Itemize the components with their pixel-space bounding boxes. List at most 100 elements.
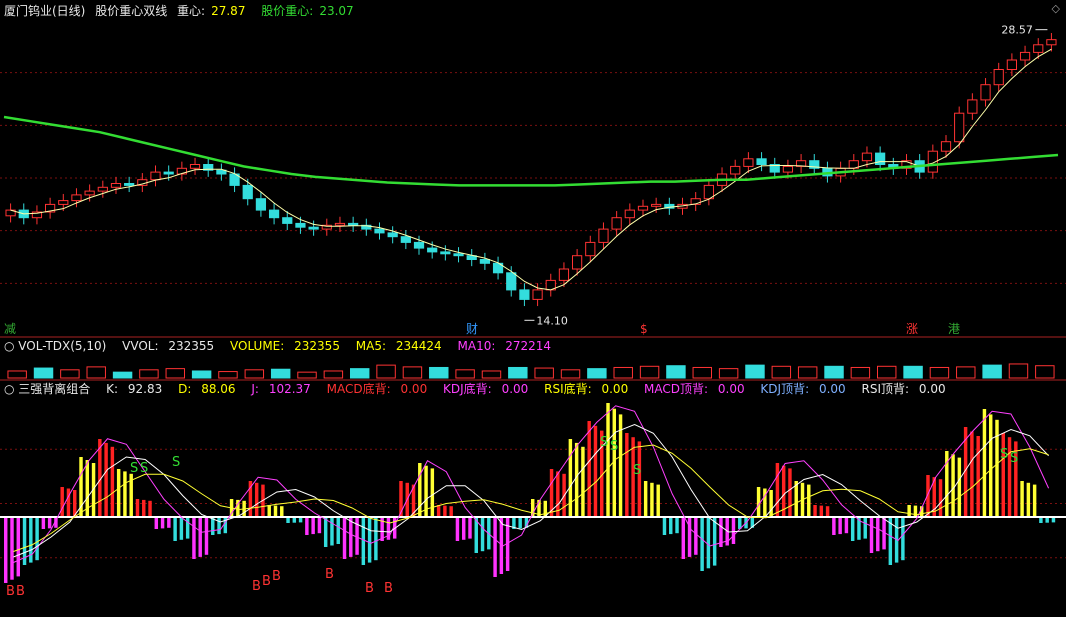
histogram-bar	[869, 517, 874, 553]
indicator-name: 股价重心双线	[95, 4, 168, 18]
candle	[97, 186, 108, 192]
histogram-bar	[643, 481, 648, 517]
volume-bar	[745, 364, 765, 379]
volume-bar	[666, 365, 686, 379]
volume-bar	[481, 370, 502, 379]
volume-bar	[270, 368, 291, 379]
candle	[624, 209, 635, 219]
histogram-bar	[468, 517, 472, 539]
volume-bar	[323, 370, 344, 379]
histogram-bar	[712, 517, 717, 566]
histogram-bar	[850, 517, 855, 541]
j-line	[13, 405, 1050, 563]
candle	[124, 183, 135, 186]
diamond-icon[interactable]: ◇	[1052, 2, 1060, 15]
volume-indicator-name[interactable]: ○ VOL-TDX(5,10)	[4, 339, 112, 353]
histogram-bar	[681, 517, 686, 559]
buy-signal: B	[384, 581, 393, 596]
histogram-bar	[60, 487, 64, 517]
volume-bar	[455, 369, 475, 379]
candle	[255, 198, 267, 211]
event-marker: 涨	[906, 321, 918, 336]
candle	[993, 69, 1004, 86]
k-line	[13, 423, 1049, 558]
volume-bar	[613, 366, 633, 379]
volume-bar	[218, 371, 238, 379]
histogram-bar	[706, 517, 711, 569]
volume-bar	[191, 370, 212, 379]
sell-signal: S	[130, 461, 138, 476]
histogram-bar	[581, 446, 585, 517]
histogram-bar	[1026, 482, 1031, 517]
candle	[572, 255, 583, 270]
candle	[453, 253, 464, 257]
histogram-bar	[700, 517, 704, 571]
histogram-bar	[4, 517, 8, 583]
histogram-bar	[35, 517, 39, 561]
histogram-bar	[66, 488, 71, 517]
kdj-top-label: KDJ顶背: 0.00	[760, 382, 846, 396]
histogram-bar	[593, 425, 598, 517]
volume-bar	[560, 369, 581, 379]
candle	[1006, 59, 1017, 70]
volume-bar	[692, 366, 712, 379]
volume-bar	[1035, 365, 1055, 379]
candle	[150, 171, 161, 181]
histogram-bar	[995, 419, 999, 517]
histogram-bar	[1001, 433, 1005, 517]
stock-title[interactable]: 厦门钨业(日线)	[4, 4, 85, 18]
candle	[242, 184, 253, 200]
vvol-label: VVOL: 232355	[122, 339, 215, 353]
volume-bar	[376, 364, 396, 379]
candle	[413, 241, 425, 249]
histogram-bar	[204, 517, 209, 555]
volume-label: VOLUME: 232355	[230, 339, 340, 353]
histogram-bar	[280, 506, 284, 517]
histogram-bar	[637, 441, 642, 517]
histogram-bar	[825, 506, 830, 517]
histogram-bar	[756, 487, 761, 517]
event-marker: 港	[948, 322, 960, 336]
histogram-bar	[662, 517, 667, 535]
histogram-bar	[192, 517, 196, 559]
histogram-bar	[418, 463, 422, 517]
histogram-bar	[970, 431, 974, 517]
ma-long-line	[3, 115, 1059, 187]
histogram-bar	[1020, 481, 1024, 517]
histogram-bar	[907, 505, 911, 517]
volume-bar	[797, 366, 818, 379]
volume-bar	[1008, 363, 1029, 379]
candle	[348, 222, 359, 226]
d-label: D: 88.06	[178, 382, 236, 396]
histogram-bar	[763, 488, 767, 517]
histogram-bar	[493, 517, 497, 577]
histogram-bar	[349, 517, 353, 557]
histogram-bar	[574, 442, 579, 517]
high-price-label: 28.57	[1001, 24, 1033, 37]
volume-bar	[350, 368, 370, 379]
histogram-bar	[311, 517, 315, 535]
buy-signal: B	[325, 567, 334, 582]
histogram-bar	[938, 479, 943, 517]
histogram-bar	[1007, 437, 1012, 517]
histogram-bar	[625, 433, 629, 517]
volume-bar	[60, 369, 80, 379]
histogram-bar	[951, 454, 955, 517]
chart-canvas: 28.5714.10减财 $ 涨港B B B B B BB BS S SS SSS S	[0, 24, 1066, 599]
macd-bottom-label: MACD底背: 0.00	[326, 382, 428, 396]
histogram-bar	[606, 403, 610, 517]
candle	[427, 247, 438, 253]
volume-bar	[639, 365, 660, 379]
histogram-bar	[807, 484, 811, 517]
sell-signal: S	[600, 435, 608, 450]
histogram-bar	[167, 517, 171, 528]
histogram-bar	[669, 517, 673, 535]
histogram-bar	[838, 517, 842, 535]
histogram-bar	[656, 484, 660, 517]
histogram-bar	[901, 517, 905, 561]
histogram-bar	[254, 482, 259, 517]
kdj-indicator-name[interactable]: ○ 三强背离组合	[4, 382, 96, 396]
histogram-bar	[135, 499, 140, 517]
histogram-bar	[173, 517, 177, 541]
ma-short-line	[10, 48, 1052, 291]
